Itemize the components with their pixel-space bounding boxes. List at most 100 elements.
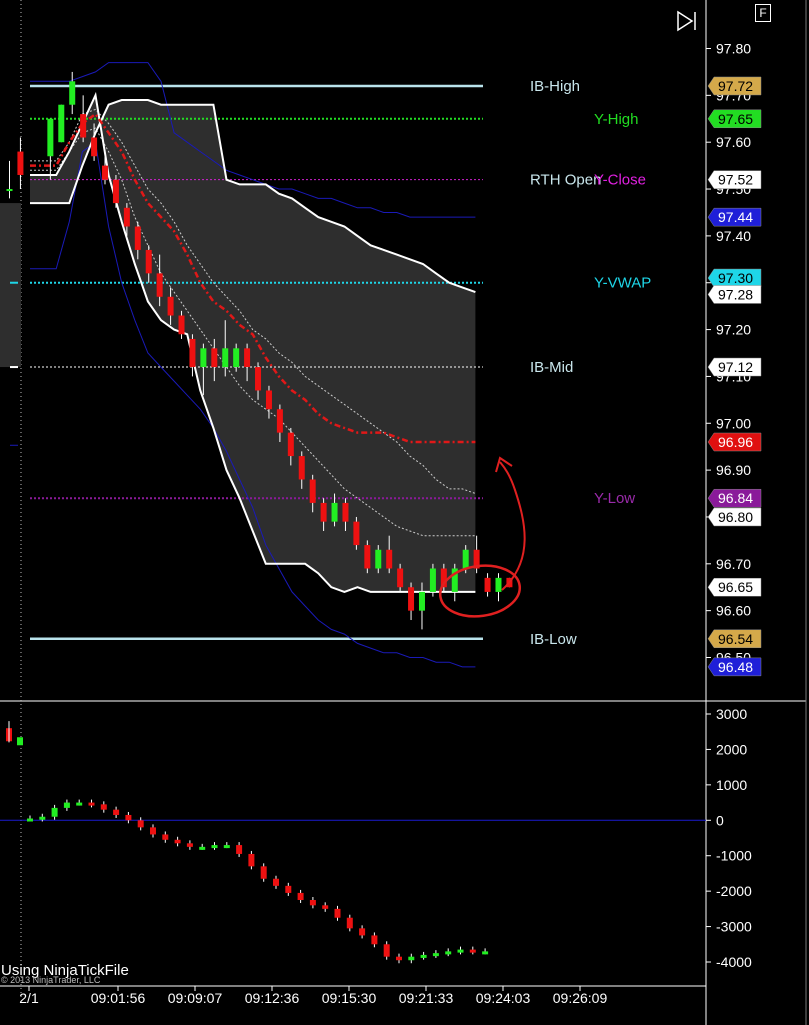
skip-forward-icon[interactable] [676,10,698,32]
indicator-bar [482,951,489,955]
x-tick-label: 09:12:36 [245,990,300,1006]
candle-body [6,189,13,192]
price-badge-label: 97.65 [718,111,753,127]
indicator-second-bar [17,737,23,746]
indicator-bar [260,866,267,879]
candle-body [123,207,130,227]
indicator-bar [113,809,120,815]
level-label-y-low: Y-Low [594,490,635,507]
y-tick-label: 97.00 [716,415,751,431]
indicator-bar [236,845,243,854]
indicator-bar [211,845,218,849]
candle-body [189,338,196,368]
level-label-ib-low: IB-Low [530,631,577,648]
indicator-y-tick-label: -3000 [716,919,752,935]
price-badge: 97.52 [707,170,762,189]
annotation-arrowhead [495,456,513,473]
candle-body [102,165,109,180]
copyright-text: © 2013 NinjaTrader, LLC [1,975,101,985]
indicator-bar [223,845,230,849]
candle-body [58,104,65,143]
level-label-y-vwap: Y-VWAP [594,275,651,292]
candle-body [397,568,404,588]
x-tick-label: 09:21:33 [399,990,454,1006]
price-badge-label: 96.48 [718,659,753,675]
level-label-y-high: Y-High [594,111,638,128]
indicator-bar [100,804,107,810]
indicator-bar [383,944,390,957]
price-badge: 97.65 [707,109,762,129]
candle-body [462,549,469,569]
level-label-rth-open: RTH Open [530,172,601,189]
x-tick-label: 2/1 [19,990,39,1006]
indicator-bar [248,853,255,867]
candle-body [233,348,240,368]
x-tick-label: 09:01:56 [91,990,146,1006]
candle-body [112,179,119,204]
indicator-bar [199,846,206,850]
candle-body [47,118,54,157]
annotation-arrow [499,461,526,591]
indicator-bar [445,951,452,955]
price-badge: 96.48 [707,657,762,677]
x-tick-label: 09:26:09 [553,990,608,1006]
y-tick-label: 97.60 [716,134,751,150]
candle-body [134,226,141,250]
price-badge-label: 97.52 [718,172,753,188]
indicator-bar [432,953,439,957]
candle-body [69,81,76,105]
indicator-y-tick-label: 3000 [716,706,747,722]
candle-body [418,591,425,611]
indicator-bar [137,820,144,828]
candle-body [255,367,262,391]
price-badge: 97.30 [707,268,762,288]
candle-body [320,502,327,522]
price-badge-label: 97.72 [718,78,753,94]
x-tick-label: 09:15:30 [322,990,377,1006]
price-badge: 97.72 [707,76,762,96]
level-label-y-close: Y-Close [594,172,646,189]
x-tick-label: 09:09:07 [168,990,223,1006]
candle-body [342,502,349,522]
candle-body [167,296,174,316]
price-badge: 96.65 [707,577,762,597]
indicator-bar [150,827,156,835]
indicator-bar [396,956,402,961]
price-chart-canvas: IB-High Y-High RTH OpenY-Close Y-VWAP IB-Mid… [0,0,807,1025]
candle-body [91,137,98,157]
chart-frame-button[interactable]: F [755,4,771,22]
candle-body [484,577,491,592]
candle-body [353,521,360,546]
indicator-bar [27,818,33,822]
value-area-band-prior [0,203,21,368]
indicator-y-tick-label: -4000 [716,954,752,970]
y-tick-label: 96.70 [716,556,751,572]
candle-body [276,409,283,433]
level-label-ib-high: IB-High [530,78,580,95]
candle-body [211,348,218,368]
indicator-bar [309,900,316,906]
price-badge-label: 96.54 [718,631,753,647]
y-tick-label: 97.80 [716,41,751,57]
price-badge: 96.54 [707,629,762,649]
price-badge-label: 97.28 [718,286,753,302]
indicator-bar [469,949,476,953]
price-badge-label: 96.96 [718,434,753,450]
candle-body [298,456,305,480]
indicator-bar [273,878,279,886]
candle-body [309,479,316,503]
price-badge: 97.28 [707,285,762,304]
indicator-y-tick-label: 1000 [716,777,747,793]
candle-body [408,587,415,611]
candle-body [495,577,502,592]
indicator-bar [125,814,132,821]
candle-body [222,348,229,368]
price-badge-label: 97.12 [718,359,753,375]
indicator-bar [285,885,292,893]
indicator-bar [174,839,181,844]
indicator-bar [346,917,353,929]
indicator-y-tick-label: -2000 [716,883,752,899]
indicator-bar [51,807,58,817]
candle-body [244,348,251,368]
candle-body [287,432,294,457]
